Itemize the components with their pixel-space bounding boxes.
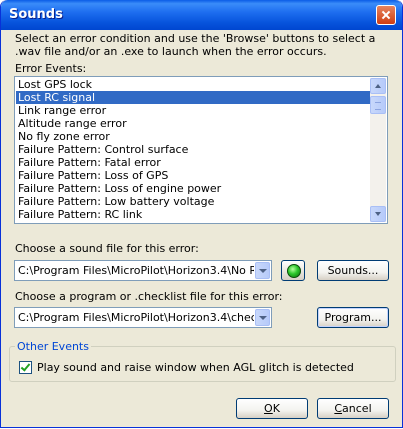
scroll-thumb[interactable] <box>370 96 386 114</box>
list-item[interactable]: Failure Pattern: Control surface <box>16 143 371 156</box>
error-events-items: Lost GPS lock Lost RC signal Link range er… <box>16 78 371 221</box>
program-file-value: C:\Program Files\MicroPilot\Horizon3.4\c… <box>18 311 254 324</box>
program-file-label: Choose a program or .checklist file for … <box>15 290 283 303</box>
list-item[interactable]: Failure Pattern: Fatal error <box>16 156 371 169</box>
green-led-icon <box>287 264 301 278</box>
list-item[interactable]: Failure Pattern: Loss of engine power <box>16 182 371 195</box>
sounds-button[interactable]: Sounds... <box>317 260 389 281</box>
list-scrollbar[interactable] <box>370 78 386 222</box>
chevron-down-icon[interactable] <box>255 309 270 326</box>
other-events-title: Other Events <box>15 340 91 353</box>
list-item[interactable]: Failure Pattern: Loss of GPS <box>16 169 371 182</box>
program-button[interactable]: Program... <box>317 307 389 328</box>
sound-file-combo[interactable]: C:\Program Files\MicroPilot\Horizon3.4\N… <box>14 260 272 281</box>
list-item[interactable]: Lost GPS lock <box>16 78 371 91</box>
program-file-combo[interactable]: C:\Program Files\MicroPilot\Horizon3.4\c… <box>14 307 272 328</box>
close-icon[interactable] <box>376 5 396 25</box>
ok-label-post: K <box>272 402 280 415</box>
ok-label-mnemonic: O <box>264 402 273 415</box>
instructions-text: Select an error condition and use the 'B… <box>15 32 376 58</box>
scroll-up-icon[interactable] <box>370 78 386 94</box>
sounds-dialog: Sounds Select an error condition and use… <box>0 0 403 428</box>
cancel-button[interactable]: Cancel <box>317 398 389 419</box>
agl-glitch-checkbox[interactable] <box>19 361 32 374</box>
scroll-down-icon[interactable] <box>370 206 386 222</box>
list-item[interactable]: Failure Pattern: RC link <box>16 208 371 221</box>
list-item[interactable]: Lost RC signal <box>16 91 371 104</box>
cancel-label-post: ancel <box>342 402 372 415</box>
list-item[interactable]: Altitude range error <box>16 117 371 130</box>
title-bar[interactable]: Sounds <box>1 0 402 30</box>
list-item[interactable]: Failure Pattern: Low battery voltage <box>16 195 371 208</box>
sound-file-label: Choose a sound file for this error: <box>15 242 199 255</box>
error-events-label: Error Events: <box>15 62 87 75</box>
ok-button[interactable]: OK <box>236 398 308 419</box>
list-item[interactable]: No fly zone error <box>16 130 371 143</box>
error-events-list[interactable]: Lost GPS lock Lost RC signal Link range er… <box>14 76 388 224</box>
chevron-down-icon[interactable] <box>255 262 270 279</box>
agl-glitch-label[interactable]: Play sound and raise window when AGL gli… <box>37 361 354 374</box>
cancel-label-mnemonic: C <box>334 402 343 415</box>
sound-file-value: C:\Program Files\MicroPilot\Horizon3.4\N… <box>18 264 254 277</box>
list-item[interactable]: Link range error <box>16 104 371 117</box>
play-sound-button[interactable] <box>281 260 305 281</box>
window-title: Sounds <box>9 7 63 22</box>
